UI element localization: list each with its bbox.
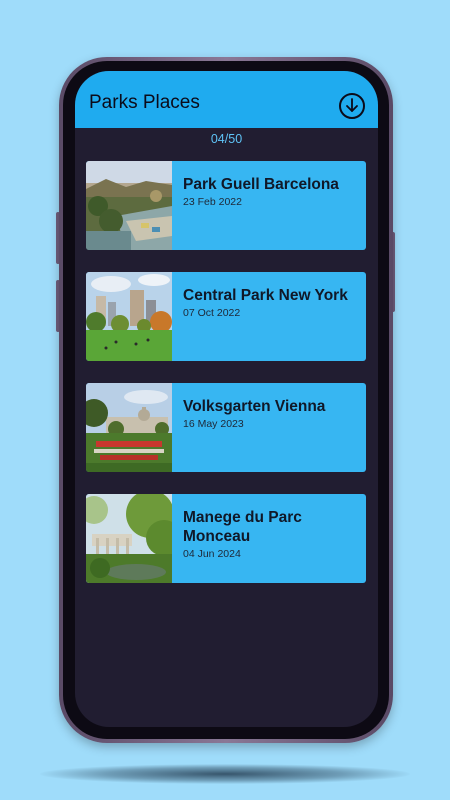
- park-title: Park Guell Barcelona: [183, 176, 339, 193]
- park-title: Volksgarten Vienna: [183, 398, 326, 415]
- volksgarten-photo: [86, 383, 172, 472]
- parc-monceau-photo: [86, 494, 172, 583]
- download-button[interactable]: [339, 93, 365, 119]
- park-date: 23 Feb 2022: [183, 196, 242, 208]
- central-park-photo: [86, 272, 172, 361]
- park-title: Central Park New York: [183, 287, 348, 304]
- page-counter: 04/50: [210, 132, 243, 146]
- park-date: 07 Oct 2022: [183, 307, 241, 319]
- park-card[interactable]: Manege du Parc Monceau 04 Jun 2024: [86, 494, 366, 583]
- download-icon: [346, 98, 358, 112]
- park-card[interactable]: Volksgarten Vienna 16 May 2023: [86, 383, 366, 472]
- app-title: Parks Places: [89, 92, 200, 113]
- park-card[interactable]: Central Park New York 07 Oct 2022: [86, 272, 366, 361]
- park-guell-photo: [86, 161, 172, 250]
- phone-screen: Parks Places 04/50 Park Guell Barcelona …: [75, 71, 378, 727]
- app-bar: Parks Places: [75, 71, 378, 128]
- park-date: 04 Jun 2024: [183, 548, 241, 560]
- park-title: Manege du Parc Monceau: [183, 509, 302, 545]
- phone-shadow: [40, 764, 410, 784]
- park-date: 16 May 2023: [183, 418, 244, 430]
- park-card[interactable]: Park Guell Barcelona 23 Feb 2022: [86, 161, 366, 250]
